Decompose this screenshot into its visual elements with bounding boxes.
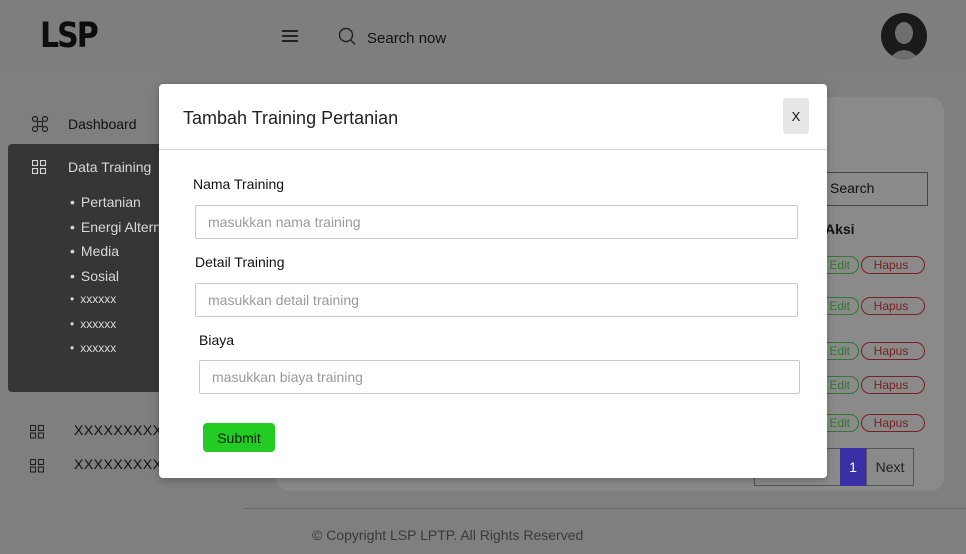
sidebar-item-dashboard[interactable]: Dashboard: [30, 109, 137, 138]
delete-button[interactable]: Hapus: [861, 376, 925, 394]
logo[interactable]: LSP: [40, 16, 99, 56]
command-icon: [31, 115, 49, 133]
divider: [159, 149, 827, 150]
modal-dialog: Tambah Training Pertanian X Nama Trainin…: [159, 84, 827, 478]
sidebar-item-label: XXXXXXXXX: [74, 456, 163, 472]
close-button[interactable]: X: [783, 98, 809, 134]
search-input[interactable]: Search now: [367, 30, 446, 47]
grid-icon: [29, 458, 45, 473]
menu-icon[interactable]: [282, 30, 298, 42]
column-header-aksi: Aksi: [825, 221, 855, 237]
footer-copyright: © Copyright LSP LPTP. All Rights Reserve…: [244, 508, 966, 554]
submit-button[interactable]: Submit: [203, 423, 275, 452]
sidebar-item-label: XXXXXXXXX: [74, 422, 163, 438]
delete-button[interactable]: Hapus: [861, 342, 925, 360]
sidebar-item-extra[interactable]: XXXXXXXXX: [29, 451, 162, 478]
delete-button[interactable]: Hapus: [861, 414, 925, 432]
field-label-detail: Detail Training: [195, 254, 285, 270]
avatar[interactable]: [881, 13, 927, 59]
modal-title: Tambah Training Pertanian: [183, 108, 399, 128]
grid-icon: [29, 424, 45, 439]
sidebar-data-training: Data Training Pertanian Energi Alternati…: [8, 144, 180, 392]
delete-button[interactable]: Hapus: [861, 297, 925, 315]
delete-button[interactable]: Hapus: [861, 256, 925, 274]
sidebar-item-label: Dashboard: [68, 116, 137, 132]
sidebar-section-title[interactable]: Data Training: [68, 159, 151, 175]
pagination-page-current[interactable]: 1: [840, 448, 866, 486]
biaya-training-input[interactable]: [199, 360, 800, 394]
sidebar-item-extra[interactable]: XXXXXXXXX: [29, 417, 162, 444]
search-icon[interactable]: [336, 26, 358, 48]
nama-training-input[interactable]: [195, 205, 798, 239]
detail-training-input[interactable]: [195, 283, 798, 317]
grid-icon: [32, 160, 46, 174]
top-navbar: LSP Search now: [0, 0, 966, 68]
table-search-input[interactable]: Search: [824, 172, 928, 206]
pagination-next[interactable]: Next: [866, 448, 914, 486]
field-label-nama: Nama Training: [193, 176, 285, 192]
field-label-biaya: Biaya: [199, 332, 235, 348]
